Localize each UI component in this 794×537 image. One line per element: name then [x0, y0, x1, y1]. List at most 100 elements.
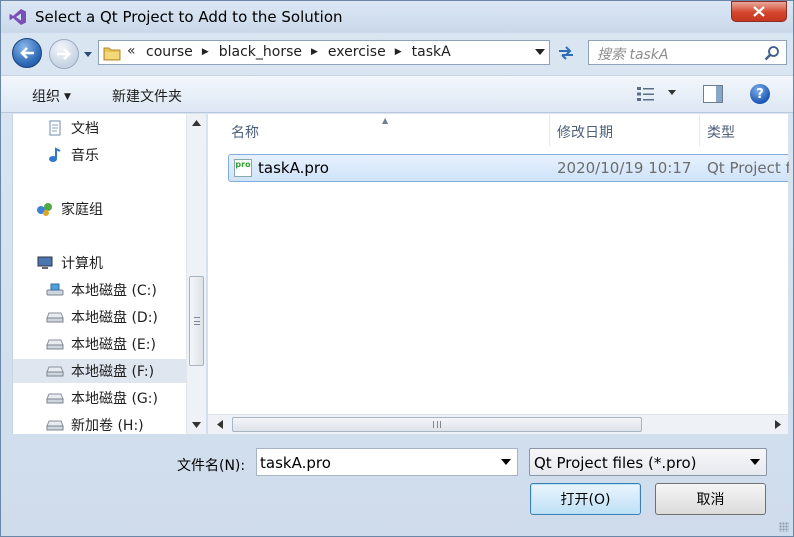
nav-item-label: 本地磁盘 (G:): [71, 391, 158, 407]
preview-pane-icon[interactable]: [703, 85, 723, 103]
breadcrumb-exercise[interactable]: exercise: [328, 44, 386, 60]
qt-project-file-icon: pro: [234, 159, 252, 177]
breadcrumb-separator-icon[interactable]: ▶: [202, 47, 209, 57]
column-header-type[interactable]: 类型: [707, 114, 735, 146]
filename-label: 文件名(N):: [177, 458, 246, 474]
file-dialog-window: Select a Qt Project to Add to the Soluti…: [0, 0, 794, 537]
nav-item-music[interactable]: 音乐: [13, 143, 187, 167]
nav-item-label: 本地磁盘 (D:): [71, 310, 158, 326]
file-list-horizontal-scrollbar[interactable]: [208, 414, 788, 434]
system-drive-icon: [45, 282, 65, 298]
horizontal-scroll-thumb[interactable]: [232, 417, 642, 432]
filename-input[interactable]: taskA.pro: [260, 454, 331, 472]
nav-item-label: 本地磁盘 (E:): [71, 337, 156, 353]
address-bar[interactable]: « course ▶ black_horse ▶ exercise ▶ task…: [98, 40, 550, 65]
sort-ascending-icon: ▲: [382, 116, 389, 125]
back-button[interactable]: [12, 38, 42, 68]
nav-item-label: 家庭组: [61, 202, 103, 218]
file-type-select[interactable]: Qt Project files (*.pro): [529, 448, 767, 476]
nav-item-label: 本地磁盘 (F:): [71, 364, 155, 380]
forward-button[interactable]: [49, 39, 79, 69]
nav-item-drive-f[interactable]: 本地磁盘 (F:): [13, 359, 187, 383]
scroll-right-icon[interactable]: [775, 420, 781, 429]
nav-item-drive-c[interactable]: 本地磁盘 (C:): [13, 278, 187, 302]
open-button[interactable]: 打开(O): [530, 483, 641, 515]
nav-item-label: 本地磁盘 (C:): [71, 283, 157, 299]
scroll-up-icon[interactable]: [192, 120, 201, 126]
nav-item-drive-g[interactable]: 本地磁盘 (G:): [13, 386, 187, 410]
breadcrumb-separator-icon[interactable]: ▶: [311, 47, 318, 57]
view-options-icon[interactable]: [636, 85, 656, 103]
nav-item-drive-h[interactable]: 新加卷 (H:): [13, 413, 187, 434]
nav-scroll-thumb[interactable]: [189, 276, 204, 366]
nav-item-documents[interactable]: 文档: [13, 116, 187, 140]
drive-icon: [45, 309, 65, 325]
nav-item-label: 文档: [71, 121, 99, 137]
homegroup-icon: [35, 201, 55, 217]
breadcrumb: course ▶ black_horse ▶ exercise ▶ taskA: [146, 44, 451, 60]
chevron-down-icon[interactable]: [750, 459, 760, 465]
grip-icon: [433, 421, 441, 428]
column-divider[interactable]: [699, 114, 700, 146]
visual-studio-icon: [9, 9, 26, 25]
nav-item-drive-d[interactable]: 本地磁盘 (D:): [13, 305, 187, 329]
file-type: Qt Project f: [707, 159, 789, 177]
file-modified: 2020/10/19 10:17: [557, 159, 692, 177]
drive-icon: [45, 390, 65, 406]
file-list[interactable]: ▲ 名称 修改日期 类型 pro taskA.pro 2020/10/19 10…: [208, 114, 789, 434]
documents-icon: [45, 120, 65, 136]
breadcrumb-course[interactable]: course: [146, 44, 193, 60]
breadcrumb-black-horse[interactable]: black_horse: [219, 44, 302, 60]
chevron-down-icon: ▼: [64, 92, 71, 102]
column-divider[interactable]: [549, 114, 550, 146]
resize-grip-icon[interactable]: [779, 522, 789, 532]
new-folder-button[interactable]: 新建文件夹: [112, 86, 182, 106]
view-dropdown-icon[interactable]: [668, 90, 676, 96]
nav-pane-scrollbar[interactable]: [186, 114, 206, 434]
breadcrumb-separator-icon[interactable]: ▶: [395, 47, 402, 57]
cancel-button[interactable]: 取消: [655, 483, 766, 515]
command-toolbar: 组织 ▼ 新建文件夹 ?: [1, 75, 793, 113]
close-icon: [753, 6, 765, 17]
chevron-down-icon[interactable]: [501, 459, 511, 465]
search-box[interactable]: 搜索 taskA: [588, 40, 787, 65]
arrow-left-icon: [20, 47, 34, 59]
music-icon: [45, 147, 65, 163]
window-title: Select a Qt Project to Add to the Soluti…: [35, 8, 343, 26]
close-button[interactable]: [731, 1, 787, 22]
address-dropdown-icon[interactable]: [535, 48, 545, 56]
filename-combobox[interactable]: taskA.pro: [256, 448, 518, 476]
title-bar[interactable]: Select a Qt Project to Add to the Soluti…: [1, 1, 793, 33]
search-icon[interactable]: [764, 45, 780, 61]
table-row[interactable]: pro taskA.pro 2020/10/19 10:17 Qt Projec…: [228, 154, 789, 182]
organize-label: 组织: [32, 89, 60, 105]
refresh-icon: [559, 45, 573, 60]
file-type-value: Qt Project files (*.pro): [534, 454, 697, 472]
drive-icon: [45, 336, 65, 352]
address-overflow[interactable]: «: [127, 43, 136, 59]
drive-icon: [45, 417, 65, 433]
nav-item-label: 新加卷 (H:): [71, 418, 144, 434]
help-icon[interactable]: ?: [750, 84, 770, 104]
breadcrumb-taska[interactable]: taskA: [412, 44, 451, 60]
nav-item-homegroup[interactable]: 家庭组: [13, 197, 187, 221]
scroll-left-icon[interactable]: [217, 420, 223, 429]
refresh-button[interactable]: [552, 40, 580, 65]
organize-menu-button[interactable]: 组织 ▼: [32, 86, 71, 106]
nav-item-label: 计算机: [61, 256, 103, 272]
address-row: « course ▶ black_horse ▶ exercise ▶ task…: [1, 35, 793, 71]
grip-icon: [194, 317, 200, 325]
folder-icon: [103, 47, 121, 61]
computer-icon: [35, 255, 55, 271]
arrow-right-icon: [57, 48, 71, 60]
navigation-pane[interactable]: 文档 音乐 家庭组 计算机 本地磁盘 (C:) 本地磁盘 (D:) 本地磁盘 (…: [12, 114, 206, 434]
search-input[interactable]: 搜索 taskA: [597, 44, 669, 64]
column-header-name[interactable]: 名称: [231, 114, 259, 146]
nav-item-label: 音乐: [71, 148, 99, 164]
drive-icon: [45, 363, 65, 379]
recent-pages-dropdown-icon[interactable]: [83, 49, 93, 59]
scroll-down-icon[interactable]: [192, 422, 201, 428]
nav-item-computer[interactable]: 计算机: [13, 251, 187, 275]
nav-item-drive-e[interactable]: 本地磁盘 (E:): [13, 332, 187, 356]
column-header-modified[interactable]: 修改日期: [557, 114, 613, 146]
